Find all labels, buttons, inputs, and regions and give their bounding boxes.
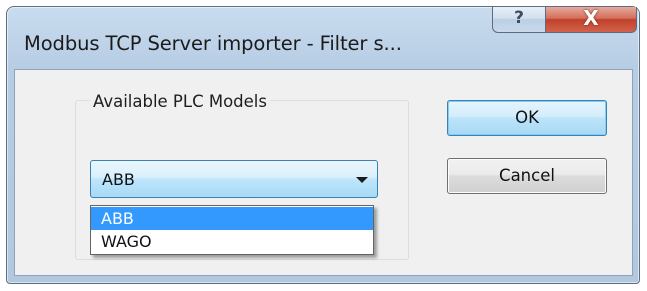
groupbox-label: Available PLC Models	[90, 92, 270, 111]
window-title: Modbus TCP Server importer - Filter s...	[24, 32, 402, 55]
dialog-window: Modbus TCP Server importer - Filter s...…	[6, 6, 640, 284]
close-icon: X	[583, 6, 599, 30]
caption-buttons: ? X	[492, 6, 637, 33]
question-mark-icon: ?	[514, 8, 524, 28]
ok-button[interactable]: OK	[447, 100, 607, 136]
dropdown-option-abb[interactable]: ABB	[91, 207, 373, 230]
dropdown-option-wago[interactable]: WAGO	[91, 230, 373, 253]
plc-model-dropdown-list: ABB WAGO	[90, 205, 374, 255]
combobox-selected-value: ABB	[102, 170, 135, 189]
title-bar[interactable]: Modbus TCP Server importer - Filter s...…	[7, 6, 639, 69]
chevron-down-icon[interactable]	[356, 177, 368, 183]
close-button[interactable]: X	[546, 6, 637, 33]
help-button[interactable]: ?	[492, 7, 546, 33]
dialog-body: Available PLC Models ABB ABB WAGO OK Can…	[14, 69, 633, 276]
plc-model-combobox[interactable]: ABB	[90, 160, 378, 198]
cancel-button[interactable]: Cancel	[447, 158, 607, 194]
